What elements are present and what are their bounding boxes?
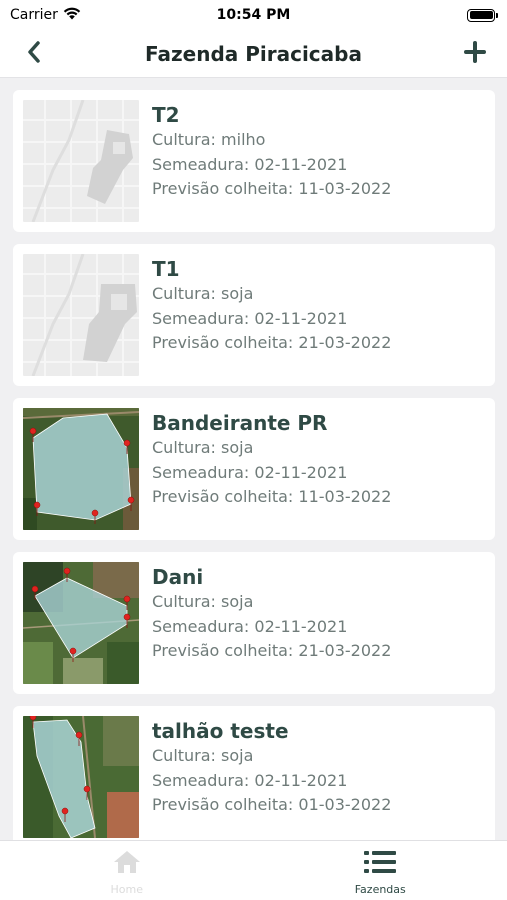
field-info: Bandeirante PR Cultura: soja Semeadura: … xyxy=(152,408,391,510)
tab-bar: Home Fazendas xyxy=(0,840,507,900)
field-harvest-forecast: Previsão colheita: 11-03-2022 xyxy=(152,487,392,506)
field-map-thumbnail xyxy=(23,562,139,684)
field-name: Dani xyxy=(152,565,204,589)
field-crop: Cultura: soja xyxy=(152,592,254,611)
field-info: T2 Cultura: milho Semeadura: 02-11-2021 … xyxy=(152,100,391,202)
field-sowing-date: Semeadura: 02-11-2021 xyxy=(152,308,348,328)
back-button[interactable] xyxy=(18,38,50,70)
field-map-thumbnail xyxy=(23,716,139,838)
field-sowing-date: Semeadura: 02-11-2021 xyxy=(152,616,348,636)
status-bar: Carrier 10:54 PM xyxy=(0,0,507,30)
field-sowing-date: Semeadura: 02-11-2021 xyxy=(152,770,348,790)
tab-home-label: Home xyxy=(110,883,143,896)
field-crop: Cultura: soja xyxy=(152,284,254,303)
field-map-thumbnail xyxy=(23,408,139,530)
tab-fazendas[interactable]: Fazendas xyxy=(254,841,507,900)
field-crop: Cultura: soja xyxy=(152,438,254,457)
field-card[interactable]: Dani Cultura: soja Semeadura: 02-11-2021… xyxy=(13,552,495,694)
add-field-button[interactable] xyxy=(459,38,491,70)
chevron-left-icon xyxy=(26,40,42,69)
status-carrier-group: Carrier xyxy=(10,7,81,24)
field-name: T2 xyxy=(152,103,180,127)
field-name: T1 xyxy=(152,257,180,281)
field-info: talhão teste Cultura: soja Semeadura: 02… xyxy=(152,716,391,818)
field-card[interactable]: talhão teste Cultura: soja Semeadura: 02… xyxy=(13,706,495,840)
field-name: Bandeirante PR xyxy=(152,411,328,435)
list-icon xyxy=(363,849,397,880)
home-icon xyxy=(112,849,142,880)
status-time: 10:54 PM xyxy=(216,7,291,23)
field-harvest-forecast: Previsão colheita: 01-03-2022 xyxy=(152,795,392,814)
field-harvest-forecast: Previsão colheita: 21-03-2022 xyxy=(152,641,392,660)
field-sowing-date: Semeadura: 02-11-2021 xyxy=(152,462,348,482)
field-card[interactable]: T1 Cultura: soja Semeadura: 02-11-2021 P… xyxy=(13,244,495,386)
carrier-label: Carrier xyxy=(10,7,58,23)
page-title: Fazenda Piracicaba xyxy=(145,41,362,66)
field-info: Dani Cultura: soja Semeadura: 02-11-2021… xyxy=(152,562,391,664)
field-map-thumbnail xyxy=(23,100,139,222)
field-crop: Cultura: soja xyxy=(152,746,254,765)
field-sowing-date: Semeadura: 02-11-2021 xyxy=(152,154,348,174)
field-crop: Cultura: milho xyxy=(152,130,266,149)
field-name: talhão teste xyxy=(152,719,289,743)
tab-home[interactable]: Home xyxy=(0,841,254,900)
battery-icon xyxy=(467,8,498,22)
field-list: T2 Cultura: milho Semeadura: 02-11-2021 … xyxy=(13,90,495,840)
field-harvest-forecast: Previsão colheita: 11-03-2022 xyxy=(152,179,392,198)
wifi-icon xyxy=(63,7,81,24)
field-harvest-forecast: Previsão colheita: 21-03-2022 xyxy=(152,333,392,352)
field-card[interactable]: Bandeirante PR Cultura: soja Semeadura: … xyxy=(13,398,495,540)
navigation-bar: Fazenda Piracicaba xyxy=(0,30,507,78)
tab-fazendas-label: Fazendas xyxy=(354,883,406,896)
field-card[interactable]: T2 Cultura: milho Semeadura: 02-11-2021 … xyxy=(13,90,495,232)
plus-icon xyxy=(464,40,486,68)
field-map-thumbnail xyxy=(23,254,139,376)
field-info: T1 Cultura: soja Semeadura: 02-11-2021 P… xyxy=(152,254,391,356)
